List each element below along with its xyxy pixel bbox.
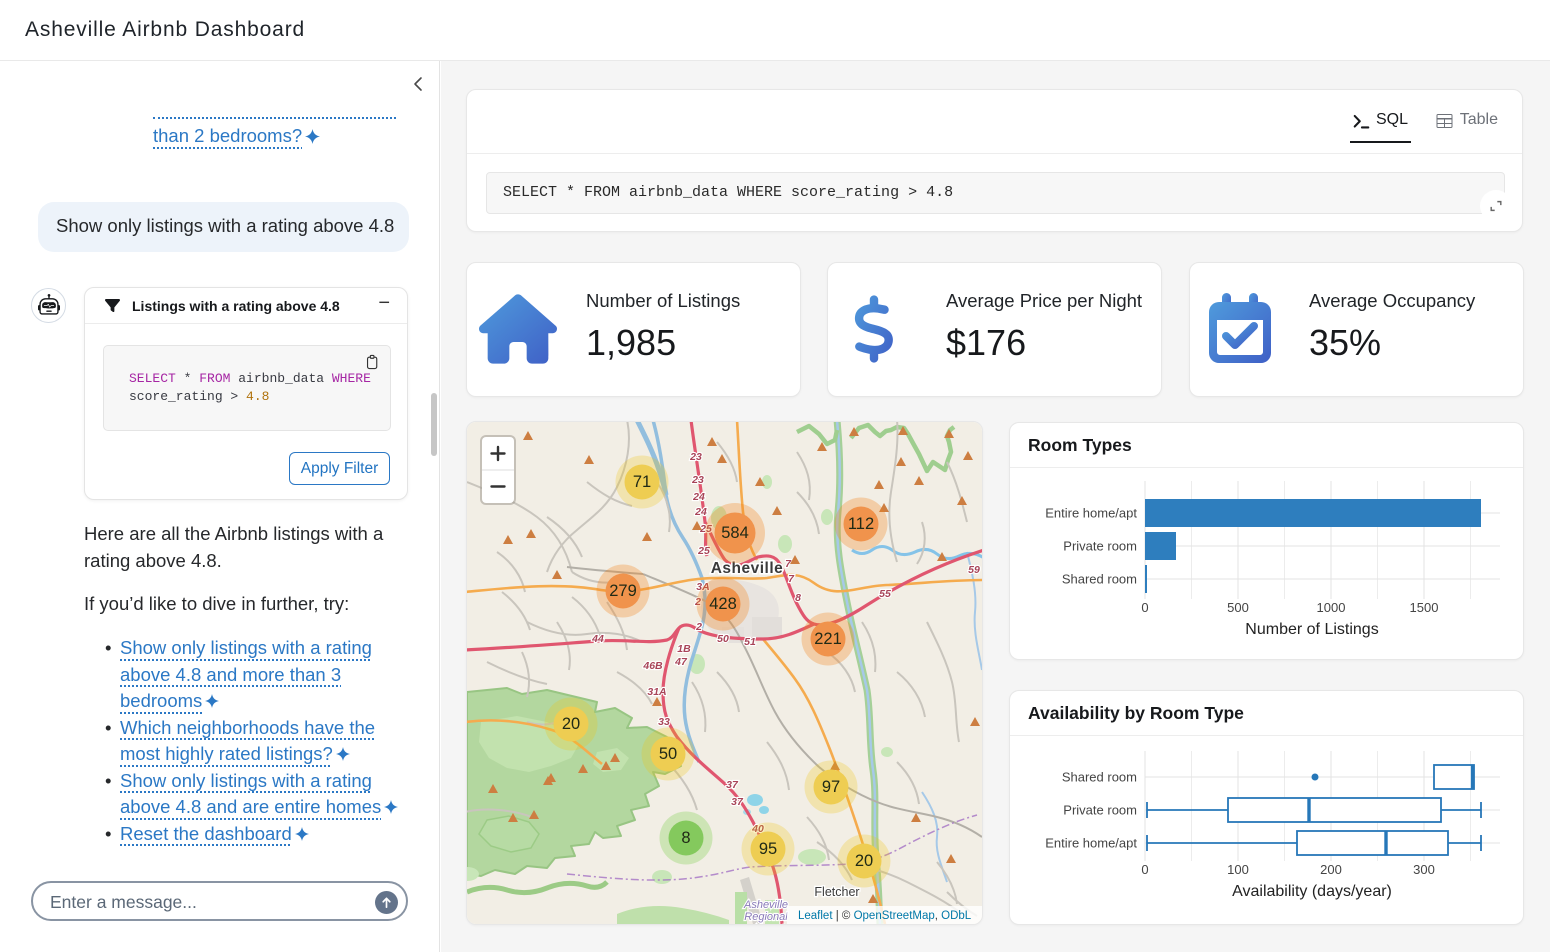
- svg-text:Leaflet | © OpenStreetMap, ODb: Leaflet | © OpenStreetMap, ODbL: [798, 910, 972, 922]
- svg-text:55: 55: [879, 588, 891, 600]
- svg-text:23: 23: [689, 451, 702, 463]
- svg-text:1000: 1000: [1317, 600, 1346, 615]
- svg-text:Shared room: Shared room: [1062, 770, 1137, 785]
- svg-text:200: 200: [1320, 862, 1342, 877]
- svg-text:100: 100: [1227, 862, 1249, 877]
- svg-text:71: 71: [633, 473, 651, 491]
- svg-text:0: 0: [1141, 862, 1148, 877]
- svg-text:8: 8: [681, 829, 690, 847]
- svg-text:46B: 46B: [642, 660, 663, 672]
- svg-text:24: 24: [692, 491, 705, 503]
- svg-text:Private room: Private room: [1063, 539, 1137, 554]
- svg-text:50: 50: [659, 745, 677, 763]
- svg-text:51: 51: [744, 636, 756, 648]
- svg-text:221: 221: [814, 630, 842, 648]
- svg-text:112: 112: [848, 515, 874, 533]
- svg-text:Entire home/apt: Entire home/apt: [1045, 836, 1137, 851]
- svg-text:500: 500: [1227, 600, 1249, 615]
- svg-text:37: 37: [731, 796, 744, 808]
- svg-text:37: 37: [726, 779, 739, 791]
- svg-text:23: 23: [691, 474, 704, 486]
- svg-text:Asheville: Asheville: [743, 899, 788, 911]
- svg-text:300: 300: [1413, 862, 1435, 877]
- svg-text:50: 50: [717, 633, 729, 645]
- svg-text:Entire home/apt: Entire home/apt: [1045, 506, 1137, 521]
- svg-text:Regional: Regional: [744, 911, 788, 923]
- svg-text:Airport: Airport: [751, 923, 785, 924]
- svg-text:1500: 1500: [1410, 600, 1439, 615]
- svg-text:279: 279: [609, 582, 637, 600]
- svg-text:428: 428: [709, 595, 737, 613]
- svg-text:Number of Listings: Number of Listings: [1245, 621, 1378, 638]
- svg-text:97: 97: [822, 778, 840, 796]
- svg-text:0: 0: [1141, 600, 1148, 615]
- svg-text:20: 20: [855, 852, 873, 870]
- svg-text:95: 95: [759, 840, 777, 858]
- svg-text:Fletcher: Fletcher: [814, 885, 859, 899]
- svg-text:Asheville: Asheville: [711, 560, 784, 577]
- svg-text:Private room: Private room: [1063, 803, 1137, 818]
- svg-text:2: 2: [695, 621, 702, 633]
- svg-text:20: 20: [562, 715, 580, 733]
- svg-text:59: 59: [968, 564, 980, 576]
- svg-text:1B: 1B: [677, 643, 691, 655]
- svg-text:33: 33: [658, 716, 670, 728]
- svg-text:25: 25: [697, 545, 710, 557]
- svg-text:44: 44: [591, 633, 604, 645]
- svg-text:Shared room: Shared room: [1062, 572, 1137, 587]
- svg-text:8: 8: [795, 592, 801, 604]
- svg-text:584: 584: [721, 524, 749, 542]
- svg-text:24: 24: [694, 506, 707, 518]
- svg-text:Availability (days/year): Availability (days/year): [1232, 883, 1392, 900]
- svg-text:47: 47: [674, 656, 688, 668]
- svg-text:31A: 31A: [647, 686, 666, 698]
